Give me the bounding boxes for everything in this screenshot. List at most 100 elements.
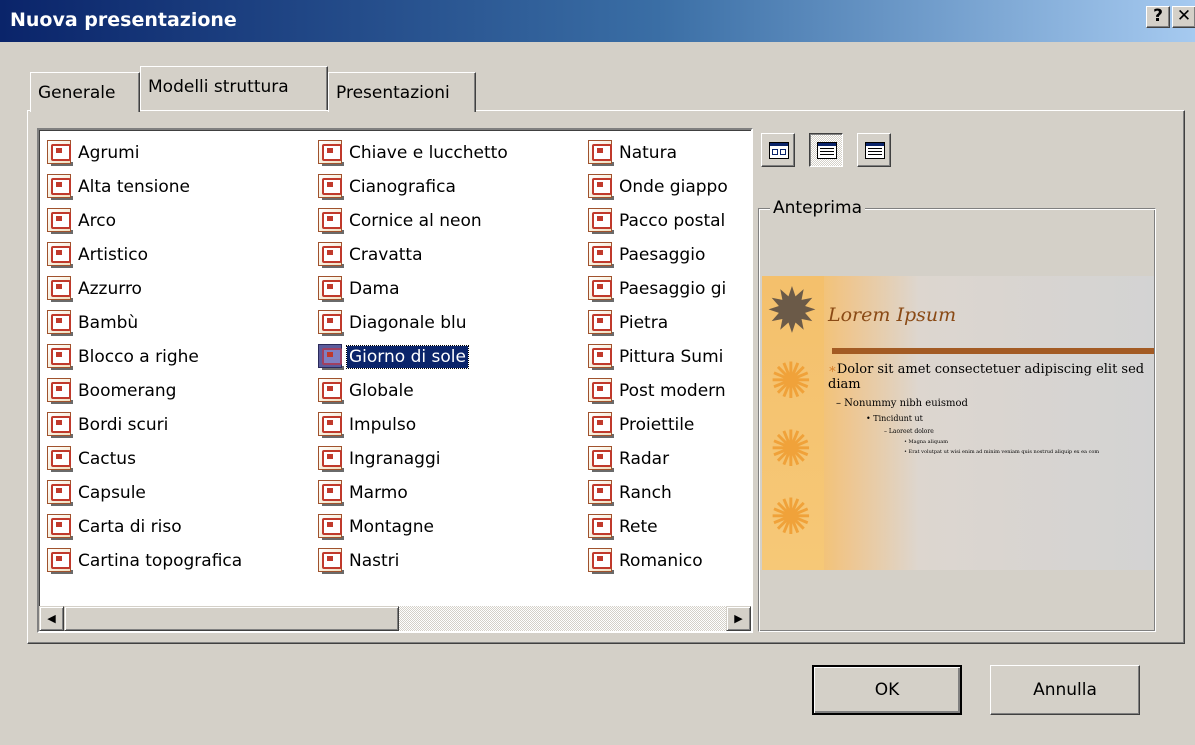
- template-item[interactable]: Bambù: [45, 306, 244, 340]
- template-item-label: Proiettile: [619, 415, 695, 435]
- window-title: Nuova presentazione: [10, 9, 237, 31]
- template-item[interactable]: Cactus: [45, 442, 244, 476]
- scroll-left-button[interactable]: ◀: [39, 606, 64, 631]
- template-item[interactable]: Ranch: [586, 476, 746, 510]
- template-item[interactable]: Paesaggio gi: [586, 272, 746, 306]
- template-item[interactable]: Pittura Sumi: [586, 340, 746, 374]
- title-bar: Nuova presentazione ? ✕: [0, 0, 1195, 42]
- preview-bullet-5: • Magna aliquam: [904, 439, 948, 445]
- template-item-label: Natura: [619, 143, 677, 163]
- sun-decoration-icon: ✺: [770, 352, 812, 410]
- design-template-icon: [316, 309, 344, 337]
- design-template-icon: [45, 445, 73, 473]
- design-template-icon: [586, 513, 614, 541]
- template-item-label: Blocco a righe: [78, 347, 199, 367]
- template-item[interactable]: Rete: [586, 510, 746, 544]
- template-item[interactable]: Bordi scuri: [45, 408, 244, 442]
- template-item[interactable]: Cornice al neon: [316, 204, 510, 238]
- template-item[interactable]: Boomerang: [45, 374, 244, 408]
- design-template-icon: [586, 139, 614, 167]
- design-template-icon: [45, 275, 73, 303]
- design-template-icon: [316, 139, 344, 167]
- tab-modelli-struttura[interactable]: Modelli struttura: [140, 66, 328, 110]
- design-template-icon: [316, 479, 344, 507]
- scroll-right-button[interactable]: ▶: [726, 606, 751, 631]
- design-template-icon: [45, 513, 73, 541]
- template-item[interactable]: Nastri: [316, 544, 510, 578]
- template-item-label: Globale: [349, 381, 414, 401]
- design-template-icon: [45, 139, 73, 167]
- large-icons-view-button[interactable]: [761, 133, 795, 167]
- template-list[interactable]: Agrumi Alta tensione Arco Artistico Azzurro B…: [37, 128, 753, 633]
- template-item[interactable]: Giorno di sole: [316, 340, 510, 374]
- template-item[interactable]: Alta tensione: [45, 170, 244, 204]
- help-button[interactable]: ?: [1146, 6, 1170, 28]
- design-template-icon: [45, 309, 73, 337]
- list-view-button[interactable]: [809, 133, 843, 167]
- template-item[interactable]: Cartina topografica: [45, 544, 244, 578]
- design-template-icon: [45, 547, 73, 575]
- template-item[interactable]: Blocco a righe: [45, 340, 244, 374]
- template-item-label: Ingranaggi: [349, 449, 441, 469]
- template-item[interactable]: Chiave e lucchetto: [316, 136, 510, 170]
- ok-button[interactable]: OK: [812, 665, 962, 715]
- details-view-button[interactable]: [857, 133, 891, 167]
- tab-presentazioni[interactable]: Presentazioni: [328, 72, 476, 112]
- template-item[interactable]: Pacco postal: [586, 204, 746, 238]
- template-item-label: Pietra: [619, 313, 669, 333]
- template-item-label: Cianografica: [349, 177, 456, 197]
- template-item[interactable]: Ingranaggi: [316, 442, 510, 476]
- template-item[interactable]: Azzurro: [45, 272, 244, 306]
- template-item[interactable]: Natura: [586, 136, 746, 170]
- template-item[interactable]: Diagonale blu: [316, 306, 510, 340]
- template-item[interactable]: Marmo: [316, 476, 510, 510]
- template-item[interactable]: Romanico: [586, 544, 746, 578]
- template-item-label: Carta di riso: [78, 517, 182, 537]
- template-item[interactable]: Impulso: [316, 408, 510, 442]
- template-item[interactable]: Pietra: [586, 306, 746, 340]
- template-item-label: Montagne: [349, 517, 434, 537]
- template-item[interactable]: Artistico: [45, 238, 244, 272]
- template-item[interactable]: Agrumi: [45, 136, 244, 170]
- design-template-icon: [586, 207, 614, 235]
- template-item-label: Romanico: [619, 551, 703, 571]
- horizontal-scrollbar[interactable]: ◀ ▶: [39, 606, 751, 631]
- template-item-label: Artistico: [78, 245, 149, 265]
- template-item[interactable]: Proiettile: [586, 408, 746, 442]
- design-template-icon: [45, 207, 73, 235]
- template-item[interactable]: Cianografica: [316, 170, 510, 204]
- template-item[interactable]: Radar: [586, 442, 746, 476]
- template-item[interactable]: Cravatta: [316, 238, 510, 272]
- template-item[interactable]: Dama: [316, 272, 510, 306]
- template-item-label: Ranch: [619, 483, 672, 503]
- template-preview: ✹ ✺ ✺ ✺ Lorem Ipsum ∗Dolor sit amet cons…: [762, 276, 1154, 570]
- design-template-icon: [316, 445, 344, 473]
- template-item[interactable]: Capsule: [45, 476, 244, 510]
- template-item[interactable]: Montagne: [316, 510, 510, 544]
- template-item[interactable]: Arco: [45, 204, 244, 238]
- preview-body: ∗Dolor sit amet consectetuer adipiscing …: [828, 362, 1150, 456]
- template-item-label: Chiave e lucchetto: [349, 143, 508, 163]
- template-item[interactable]: Onde giappo: [586, 170, 746, 204]
- template-item-label: Radar: [619, 449, 670, 469]
- preview-title: Lorem Ipsum: [828, 304, 957, 326]
- preview-bullet-1: ∗Dolor sit amet consectetuer adipiscing …: [828, 362, 1145, 392]
- template-item[interactable]: Post modern: [586, 374, 746, 408]
- template-item-label: Impulso: [349, 415, 417, 435]
- template-item[interactable]: Globale: [316, 374, 510, 408]
- design-template-icon: [586, 411, 614, 439]
- template-item-label: Agrumi: [78, 143, 140, 163]
- template-item-label: Arco: [78, 211, 116, 231]
- close-button[interactable]: ✕: [1172, 6, 1195, 28]
- template-item-label: Cactus: [78, 449, 136, 469]
- template-item[interactable]: Paesaggio: [586, 238, 746, 272]
- design-template-icon: [586, 241, 614, 269]
- cancel-button[interactable]: Annulla: [990, 665, 1140, 715]
- scrollbar-thumb[interactable]: [64, 606, 399, 631]
- design-template-icon: [316, 343, 344, 371]
- template-item[interactable]: Carta di riso: [45, 510, 244, 544]
- tab-generale[interactable]: Generale: [30, 72, 140, 112]
- template-item-label: Rete: [619, 517, 658, 537]
- design-template-icon: [586, 343, 614, 371]
- template-item-label: Pittura Sumi: [619, 347, 724, 367]
